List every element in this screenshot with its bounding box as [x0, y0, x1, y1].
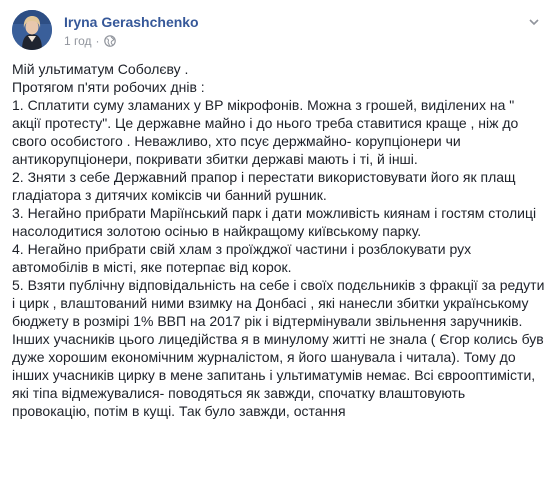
post-paragraph: 4. Негайно прибрати свій хлам з проїжджо… [12, 241, 472, 275]
chevron-down-icon[interactable] [526, 14, 542, 30]
post-paragraph: 5. Взяти публічну відповідальність на се… [12, 277, 545, 329]
author-name[interactable]: Iryna Gerashchenko [64, 14, 199, 30]
post-text: Мій ультиматум Соболєву . Протягом п'яти… [12, 60, 546, 420]
post-timestamp[interactable]: 1 год [64, 34, 92, 48]
post-paragraph: 1. Сплатити суму зламаних у ВР мікрофоні… [12, 97, 519, 167]
post-meta: 1 год · [64, 34, 116, 48]
post-paragraph: 3. Негайно прибрати Маріїнський парк і д… [12, 205, 537, 239]
post-paragraph: Мій ультиматум Соболєву . Протягом п'яти… [12, 61, 205, 95]
meta-separator: · [95, 34, 100, 48]
globe-icon[interactable] [103, 35, 116, 47]
post-paragraph: Інших учасників цього лицедійства я в ми… [12, 331, 544, 419]
avatar[interactable] [12, 10, 52, 50]
avatar-image [12, 10, 52, 50]
post-paragraph: 2. Зняти з себе Державний прапор і перес… [12, 169, 516, 203]
post-header: Iryna Gerashchenko 1 год · [12, 10, 542, 50]
